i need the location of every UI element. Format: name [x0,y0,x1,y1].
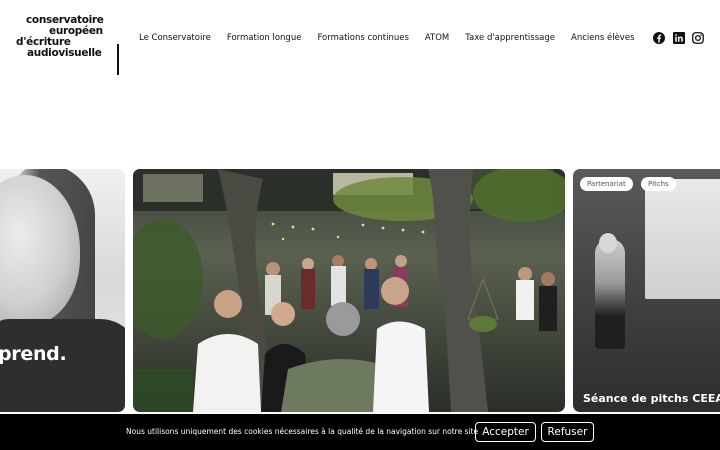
nav-item-atom[interactable]: ATOM [425,32,449,46]
speaker-head [599,233,617,253]
carousel-slide-active[interactable] [133,169,565,412]
nav-item-le-conservatoire[interactable]: Le Conservatoire [139,32,211,46]
carousel-slide-previous[interactable]: prend. [0,169,125,412]
speaker-figure [595,239,625,349]
site-logo[interactable]: conservatoire européen d'écriture audiov… [16,15,119,75]
cookie-message: Nous utilisons uniquement des cookies né… [126,427,479,436]
tag-pitchs[interactable]: Pitchs [641,177,676,191]
nav-item-anciens-eleves[interactable]: Anciens élèves [571,32,635,46]
carousel-slide-next[interactable]: Partenariat Pitchs Séance de pitchs CEEA… [573,169,720,412]
logo-line: audiovisuelle [27,47,102,59]
nav-item-formations-continues[interactable]: Formations continues [317,32,408,46]
event-photo [133,169,565,412]
logo-bar [117,44,119,75]
tag-partenariat[interactable]: Partenariat [580,177,633,191]
slide-caption: Séance de pitchs CEEA x S [583,392,720,405]
main-navigation: Le Conservatoire Formation longue Format… [139,32,651,46]
accept-cookies-button[interactable]: Accepter [475,422,536,442]
slide-caption: prend. [0,343,67,365]
cookie-banner: Nous utilisons uniquement des cookies né… [0,414,720,450]
instagram-icon[interactable] [692,32,704,44]
refuse-cookies-button[interactable]: Refuser [541,422,594,442]
photo-shirt [0,319,125,412]
facebook-icon[interactable] [653,32,665,44]
linkedin-icon[interactable] [673,32,685,44]
projection-screen [645,179,720,299]
nav-item-taxe-apprentissage[interactable]: Taxe d'apprentissage [465,32,555,46]
nav-item-formation-longue[interactable]: Formation longue [227,32,302,46]
